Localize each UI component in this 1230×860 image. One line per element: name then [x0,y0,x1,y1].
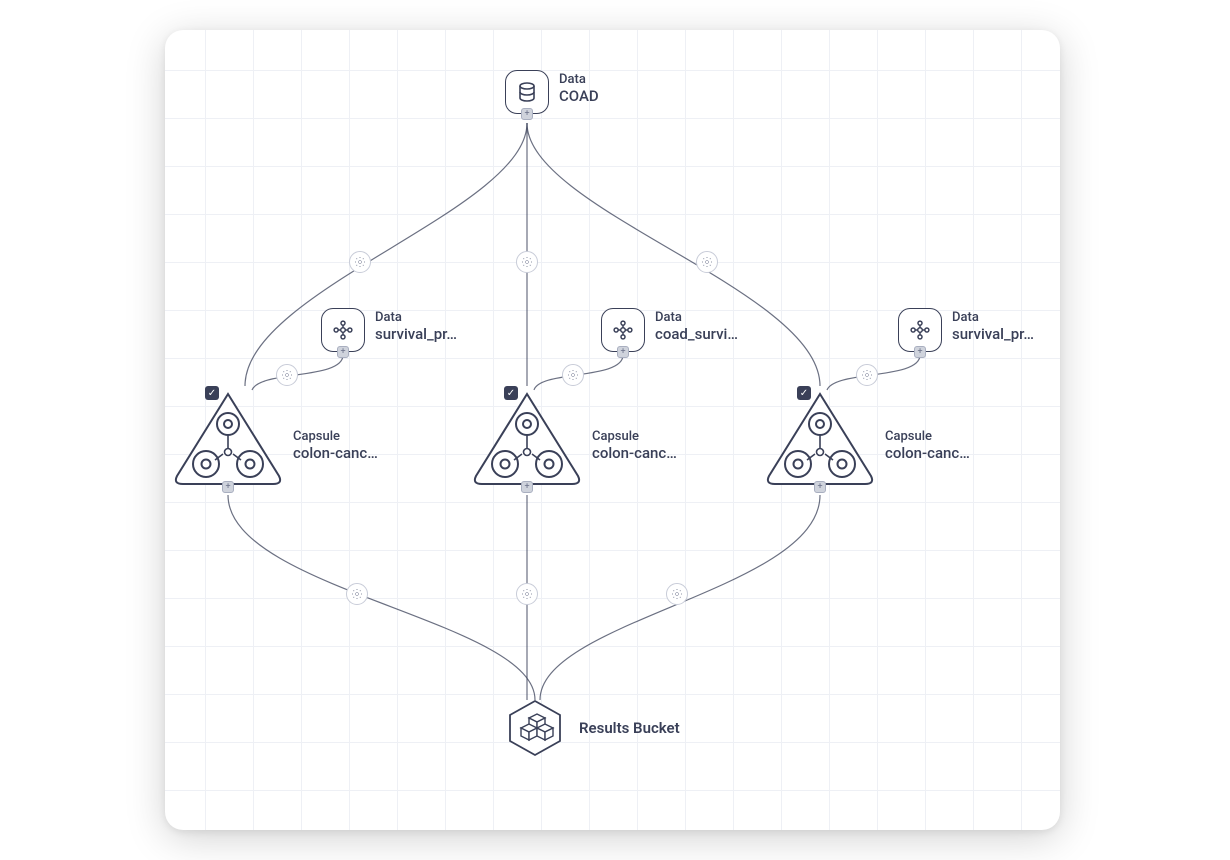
edge-gear-icon[interactable] [562,364,584,386]
out-port-icon[interactable]: + [521,481,533,493]
data-node-coadsurvi[interactable]: Data coad_survi… [601,308,738,352]
cluster-icon [601,308,645,352]
node-type-label: Capsule [293,429,378,444]
in-port-icon[interactable]: ✓ [797,386,811,400]
cluster-icon [321,308,365,352]
out-port-icon[interactable] [914,346,926,358]
node-title-label: survival_pr… [375,325,457,343]
pipeline-canvas[interactable]: Data COAD Data survival_pr… [165,30,1060,830]
node-title-label: survival_pr… [952,325,1034,343]
node-title-label: colon-canc… [592,444,677,462]
results-bucket-node[interactable]: Results Bucket [505,698,680,758]
edge-gear-icon[interactable] [516,583,538,605]
capsule-triangle-icon: ✓ + [765,388,875,488]
capsule-triangle-icon: ✓ + [173,388,283,488]
out-port-icon[interactable] [617,346,629,358]
boxes-icon [505,698,565,758]
capsule-node-2[interactable]: ✓ + Capsule colon-canc… [472,388,677,488]
node-title-label: colon-canc… [293,444,378,462]
capsule-node-3[interactable]: ✓ + Capsule colon-canc… [765,388,970,488]
data-node-survivalpr-2[interactable]: Data survival_pr… [898,308,1034,352]
node-title-label: coad_survi… [655,325,738,343]
results-bucket-label: Results Bucket [579,719,680,737]
node-type-label: Data [559,72,599,87]
node-type-label: Capsule [592,429,677,444]
edge-gear-icon[interactable] [666,583,688,605]
node-title-label: COAD [559,87,599,105]
database-icon [505,70,549,114]
capsule-node-1[interactable]: ✓ + Capsule colon-canc… [173,388,378,488]
capsule-triangle-icon: ✓ + [472,388,582,488]
in-port-icon[interactable]: ✓ [504,386,518,400]
node-title-label: colon-canc… [885,444,970,462]
in-port-icon[interactable]: ✓ [205,386,219,400]
node-type-label: Capsule [885,429,970,444]
edge-gear-icon[interactable] [856,364,878,386]
data-node-coad[interactable]: Data COAD [505,70,599,114]
edge-gear-icon[interactable] [276,364,298,386]
node-type-label: Data [655,310,738,325]
edge-gear-icon[interactable] [696,251,718,273]
out-port-icon[interactable] [337,346,349,358]
cluster-icon [898,308,942,352]
edge-gear-icon[interactable] [349,251,371,273]
out-port-icon[interactable]: + [814,481,826,493]
edge-gear-icon[interactable] [516,251,538,273]
node-type-label: Data [952,310,1034,325]
out-port-icon[interactable]: + [222,481,234,493]
data-node-survivalpr-1[interactable]: Data survival_pr… [321,308,457,352]
out-port-icon[interactable] [521,108,533,120]
node-type-label: Data [375,310,457,325]
edge-gear-icon[interactable] [346,583,368,605]
